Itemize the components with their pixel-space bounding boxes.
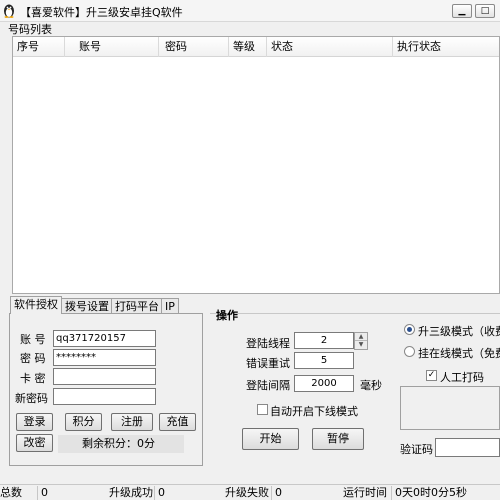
account-label: 账 号 <box>20 333 46 346</box>
auto-offline-checkbox[interactable] <box>257 404 268 415</box>
login-interval-label: 登陆间隔 <box>246 379 290 392</box>
column-header-password[interactable]: 密码 <box>159 37 229 57</box>
column-header-exec-status[interactable]: 执行状态 <box>393 37 500 57</box>
upgrade-mode-label: 升三级模式（收费 <box>418 325 500 338</box>
auto-offline-label: 自动开启下线模式 <box>270 405 358 418</box>
column-header-level[interactable]: 等级 <box>229 37 267 57</box>
password-input[interactable]: ******** <box>53 349 156 366</box>
captcha-label: 验证码 <box>400 443 433 456</box>
login-threads-label: 登陆线程 <box>246 337 290 350</box>
register-button[interactable]: 注册 <box>111 413 153 431</box>
column-header-status[interactable]: 状态 <box>267 37 393 57</box>
upgrade-mode-radio[interactable] <box>404 324 415 335</box>
upgrade-success-label: 升级成功 <box>109 486 153 499</box>
tab-dial-settings[interactable]: 拨号设置 <box>61 298 113 314</box>
pause-button[interactable]: 暂停 <box>312 428 364 450</box>
window-title: 【喜爱软件】升三级安卓挂Q软件 <box>20 6 183 19</box>
title-bar: 【喜爱软件】升三级安卓挂Q软件 ▁ □ <box>0 0 500 22</box>
total-value: 0 <box>37 486 103 500</box>
password-label: 密 码 <box>20 352 46 365</box>
minimize-button[interactable]: ▁ <box>452 4 472 18</box>
login-threads-input[interactable]: 2 <box>294 332 354 349</box>
points-button[interactable]: 积分 <box>65 413 102 431</box>
maximize-icon: □ <box>480 6 490 16</box>
new-password-label: 新密码 <box>15 392 48 405</box>
runtime-value: 0天0时0分5秒 <box>391 486 500 500</box>
maximize-button[interactable]: □ <box>475 4 495 18</box>
status-bar: 总数 0 升级成功 0 升级失败 0 运行时间 0天0时0分5秒 <box>0 484 500 500</box>
account-input[interactable]: qq371720157 <box>53 330 156 347</box>
upgrade-failed-value: 0 <box>271 486 337 500</box>
up-arrow-icon[interactable]: ▲ <box>355 333 367 341</box>
check-icon: ✓ <box>427 370 436 380</box>
interval-unit-label: 毫秒 <box>360 379 382 392</box>
manual-captcha-label: 人工打码 <box>440 371 484 384</box>
new-password-input[interactable] <box>53 388 156 405</box>
upgrade-success-value: 0 <box>154 486 220 500</box>
column-header-index[interactable]: 序号 <box>13 37 65 57</box>
card-key-input[interactable] <box>53 368 156 385</box>
card-key-label: 卡 密 <box>20 372 46 385</box>
start-button[interactable]: 开始 <box>242 428 299 450</box>
login-threads-spinner[interactable]: ▲ ▼ <box>354 332 368 350</box>
account-list-label: 号码列表 <box>8 23 52 36</box>
tab-license[interactable]: 软件授权 <box>10 296 62 314</box>
manual-captcha-checkbox[interactable]: ✓ <box>426 370 437 381</box>
captcha-image-box <box>400 386 500 430</box>
remaining-points: 剩余积分：0分 <box>58 435 184 453</box>
online-mode-label: 挂在线模式（免费 <box>418 347 500 360</box>
login-button[interactable]: 登录 <box>16 413 53 431</box>
radio-selected-dot <box>407 327 412 332</box>
login-interval-input[interactable]: 2000 <box>294 375 354 392</box>
tab-ip[interactable]: IP <box>161 298 179 314</box>
minimize-icon: ▁ <box>458 6 466 16</box>
tab-captcha-platform[interactable]: 打码平台 <box>111 298 163 314</box>
recharge-button[interactable]: 充值 <box>159 413 196 431</box>
account-list[interactable]: 序号 账号 密码 等级 状态 执行状态 <box>12 36 500 294</box>
error-retry-label: 错误重试 <box>246 357 290 370</box>
runtime-label: 运行时间 <box>343 486 387 499</box>
operations-group-line <box>210 313 500 314</box>
online-mode-radio[interactable] <box>404 346 415 357</box>
account-list-header: 序号 账号 密码 等级 状态 执行状态 <box>13 37 499 57</box>
change-password-button[interactable]: 改密 <box>16 434 53 452</box>
operations-group-title: 操作 <box>216 309 238 322</box>
penguin-icon <box>4 4 14 18</box>
upgrade-failed-label: 升级失败 <box>225 486 269 499</box>
down-arrow-icon[interactable]: ▼ <box>355 341 367 349</box>
column-header-account[interactable]: 账号 <box>65 37 159 57</box>
error-retry-input[interactable]: 5 <box>294 352 354 369</box>
total-label: 总数 <box>0 486 22 499</box>
captcha-input[interactable] <box>435 438 500 457</box>
